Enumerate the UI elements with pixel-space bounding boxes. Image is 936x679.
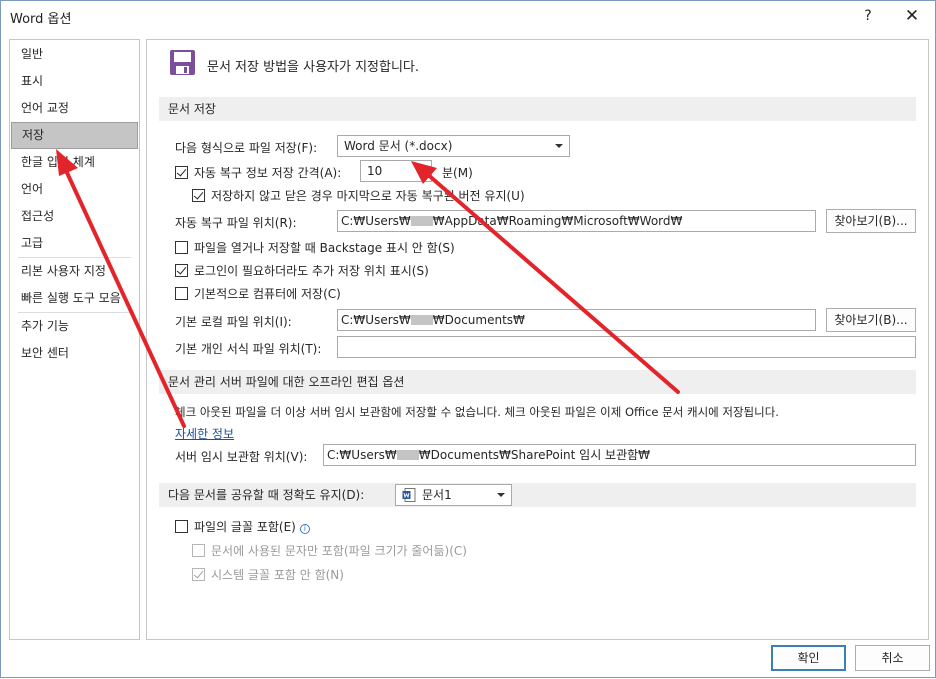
section-offline-editing: 문서 관리 서버 파일에 대한 오프라인 편집 옵션 bbox=[159, 370, 916, 394]
show-additional-row: 로그인이 필요하더라도 추가 저장 위치 표시(S) bbox=[175, 262, 429, 279]
panel-header-text: 문서 저장 방법을 사용자가 지정합니다. bbox=[207, 60, 420, 75]
window-title: Word 옵션 bbox=[10, 12, 72, 27]
redacted-username bbox=[410, 315, 433, 325]
server-drafts-input[interactable]: C:₩Users₩ ₩Documents₩SharePoint 임시 보관함₩ bbox=[323, 444, 916, 466]
embed-fonts-row: 파일의 글꼴 포함(E) i bbox=[175, 518, 310, 535]
section-save-documents: 문서 저장 bbox=[159, 97, 916, 121]
embed-used-row: 문서에 사용된 문자만 포함(파일 크기가 줄어듦)(C) bbox=[192, 542, 467, 559]
embed-fonts-label: 파일의 글꼴 포함(E) bbox=[194, 520, 296, 534]
browse-autorecover-button[interactable]: 찾아보기(B)... bbox=[826, 209, 916, 233]
no-system-fonts-checkbox bbox=[192, 568, 205, 581]
ok-button[interactable]: 확인 bbox=[771, 645, 846, 671]
nav-item-display[interactable]: 표시 bbox=[10, 68, 139, 95]
no-backstage-checkbox[interactable] bbox=[175, 241, 188, 254]
chevron-down-icon bbox=[497, 493, 505, 497]
redacted-username bbox=[396, 450, 419, 460]
cancel-button[interactable]: 취소 bbox=[855, 645, 930, 671]
embed-used-checkbox bbox=[192, 544, 205, 557]
spin-up-icon[interactable] bbox=[422, 166, 428, 170]
server-drafts-suffix: ₩Documents₩SharePoint 임시 보관함₩ bbox=[418, 448, 651, 462]
nav-item-quick-access[interactable]: 빠른 실행 도구 모음 bbox=[10, 285, 139, 312]
nav-item-proofing[interactable]: 언어 교정 bbox=[10, 95, 139, 122]
keep-last-checkbox[interactable] bbox=[192, 189, 205, 202]
close-button[interactable]: ✕ bbox=[897, 5, 927, 27]
save-format-label: 다음 형식으로 파일 저장(F): bbox=[175, 141, 318, 155]
fidelity-title: 다음 문서를 공유할 때 정확도 유지(D): bbox=[168, 488, 365, 502]
save-icon bbox=[170, 50, 195, 75]
save-format-select[interactable]: Word 문서 (*.docx) bbox=[337, 135, 570, 157]
autorecover-location-input[interactable]: C:₩Users₩ ₩AppData₩Roaming₩Microsoft₩Word… bbox=[337, 210, 816, 232]
nav-item-trust-center[interactable]: 보안 센터 bbox=[10, 340, 139, 367]
autorecover-location-label: 자동 복구 파일 위치(R): bbox=[175, 216, 297, 230]
nav-item-korean-ime[interactable]: 한글 입력 체계 bbox=[10, 149, 139, 176]
help-button[interactable]: ? bbox=[853, 5, 883, 27]
word-options-dialog: Word 옵션 ? ✕ 일반 표시 언어 교정 저장 한글 입력 체계 언어 접… bbox=[0, 0, 936, 678]
autorecover-row: 자동 복구 정보 저장 간격(A): bbox=[175, 164, 341, 181]
embed-used-label: 문서에 사용된 문자만 포함(파일 크기가 줄어듦)(C) bbox=[211, 544, 467, 558]
personal-templates-input[interactable] bbox=[337, 336, 916, 358]
fidelity-document-select[interactable]: 문서1 bbox=[395, 484, 512, 506]
spin-down-icon[interactable] bbox=[422, 173, 428, 177]
default-local-suffix: ₩Documents₩ bbox=[432, 313, 525, 327]
save-computer-label: 기본적으로 컴퓨터에 저장(C) bbox=[194, 287, 341, 301]
nav-item-customize-ribbon[interactable]: 리본 사용자 지정 bbox=[10, 258, 139, 285]
autorecover-checkbox[interactable] bbox=[175, 166, 188, 179]
chevron-down-icon bbox=[555, 144, 563, 148]
no-backstage-label: 파일을 열거나 저장할 때 Backstage 표시 안 함(S) bbox=[194, 241, 455, 255]
server-drafts-label: 서버 임시 보관함 위치(V): bbox=[175, 450, 308, 464]
autorecover-location-prefix: C:₩Users₩ bbox=[341, 214, 411, 228]
save-options-panel: 문서 저장 방법을 사용자가 지정합니다. 문서 저장 다음 형식으로 파일 저… bbox=[146, 39, 929, 640]
info-icon[interactable]: i bbox=[299, 524, 310, 534]
title-bar: Word 옵션 ? ✕ bbox=[1, 1, 935, 31]
save-format-value: Word 문서 (*.docx) bbox=[344, 139, 453, 153]
nav-item-advanced[interactable]: 고급 bbox=[10, 230, 139, 257]
keep-last-row: 저장하지 않고 닫은 경우 마지막으로 자동 복구된 버전 유지(U) bbox=[192, 187, 525, 204]
server-drafts-prefix: C:₩Users₩ bbox=[327, 448, 397, 462]
options-nav: 일반 표시 언어 교정 저장 한글 입력 체계 언어 접근성 고급 리본 사용자… bbox=[9, 39, 140, 640]
word-document-icon bbox=[402, 488, 416, 502]
no-backstage-row: 파일을 열거나 저장할 때 Backstage 표시 안 함(S) bbox=[175, 239, 455, 256]
keep-last-label: 저장하지 않고 닫은 경우 마지막으로 자동 복구된 버전 유지(U) bbox=[211, 189, 525, 203]
section-preserve-fidelity: 다음 문서를 공유할 때 정확도 유지(D): bbox=[159, 483, 916, 507]
save-computer-checkbox[interactable] bbox=[175, 287, 188, 300]
default-local-input[interactable]: C:₩Users₩ ₩Documents₩ bbox=[337, 309, 816, 331]
autorecover-minutes-stepper[interactable]: 10 bbox=[360, 160, 432, 182]
autorecover-minutes-value: 10 bbox=[367, 164, 383, 178]
no-system-fonts-row: 시스템 글꼴 포함 안 함(N) bbox=[192, 566, 344, 583]
show-additional-label: 로그인이 필요하더라도 추가 저장 위치 표시(S) bbox=[194, 264, 429, 278]
nav-item-save[interactable]: 저장 bbox=[11, 122, 138, 149]
default-local-prefix: C:₩Users₩ bbox=[341, 313, 411, 327]
nav-item-general[interactable]: 일반 bbox=[10, 41, 139, 68]
more-info-link[interactable]: 자세한 정보 bbox=[175, 425, 234, 442]
browse-default-local-button[interactable]: 찾아보기(B)... bbox=[826, 308, 916, 332]
embed-fonts-checkbox[interactable] bbox=[175, 520, 188, 533]
personal-templates-label: 기본 개인 서식 파일 위치(T): bbox=[175, 342, 322, 356]
redacted-username bbox=[410, 216, 433, 226]
nav-item-accessibility[interactable]: 접근성 bbox=[10, 203, 139, 230]
nav-item-addins[interactable]: 추가 기능 bbox=[10, 313, 139, 340]
save-computer-row: 기본적으로 컴퓨터에 저장(C) bbox=[175, 285, 341, 302]
autorecover-label: 자동 복구 정보 저장 간격(A): bbox=[194, 166, 342, 180]
default-local-label: 기본 로컬 파일 위치(I): bbox=[175, 315, 292, 329]
no-system-fonts-label: 시스템 글꼴 포함 안 함(N) bbox=[211, 568, 344, 582]
autorecover-unit: 분(M) bbox=[442, 166, 473, 180]
fidelity-document-value: 문서1 bbox=[422, 488, 452, 502]
nav-item-language[interactable]: 언어 bbox=[10, 176, 139, 203]
offline-notice: 체크 아웃된 파일을 더 이상 서버 임시 보관함에 저장할 수 없습니다. 체… bbox=[175, 405, 779, 419]
autorecover-location-suffix: ₩AppData₩Roaming₩Microsoft₩Word₩ bbox=[432, 214, 683, 228]
show-additional-checkbox[interactable] bbox=[175, 264, 188, 277]
